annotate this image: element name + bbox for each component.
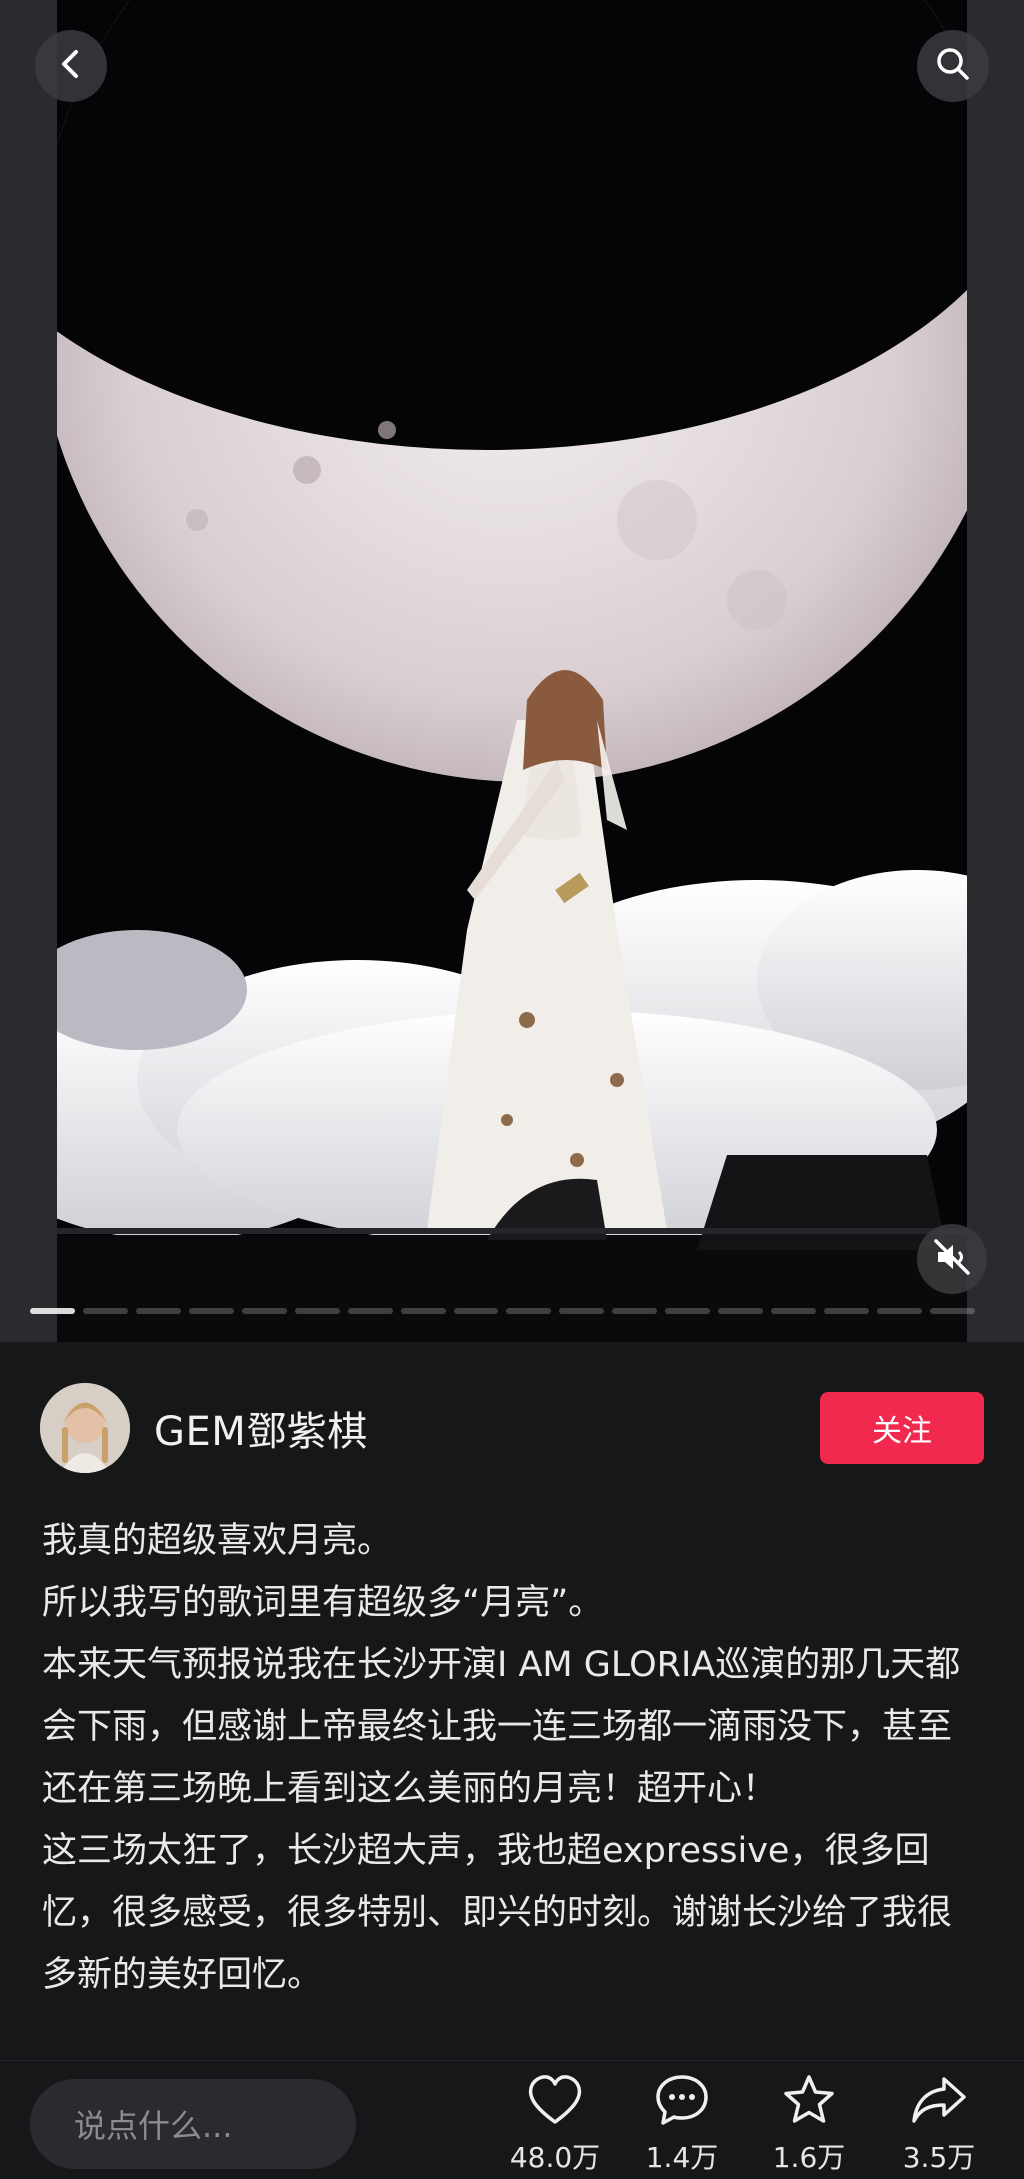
slide-indicator-segment bbox=[400, 1308, 446, 1314]
caption-line: 我真的超级喜欢月亮。 bbox=[42, 1521, 393, 1561]
slide-indicator-segment bbox=[718, 1308, 764, 1314]
slide-indicator-segment bbox=[30, 1308, 75, 1314]
slide-indicator-segment bbox=[877, 1308, 922, 1314]
slide-indicator-segment bbox=[771, 1308, 817, 1314]
slide-progress-indicator bbox=[30, 1308, 975, 1316]
bottom-action-bar: 说点什么... 48.0万 1.4万 1.6万 3.5万 bbox=[0, 2060, 1024, 2179]
concert-photo[interactable] bbox=[57, 0, 967, 1342]
comment-input[interactable]: 说点什么... bbox=[30, 2079, 356, 2169]
favorite-button[interactable]: 1.6万 bbox=[754, 2071, 864, 2176]
chevron-left-icon bbox=[54, 47, 88, 85]
share-count: 3.5万 bbox=[902, 2141, 976, 2174]
slide-indicator-segment bbox=[506, 1308, 552, 1314]
author-row: GEM鄧紫棋 关注 bbox=[40, 1382, 984, 1474]
slide-indicator-segment bbox=[559, 1308, 605, 1314]
media-viewer[interactable] bbox=[0, 0, 1024, 1342]
like-count: 48.0万 bbox=[509, 2141, 601, 2174]
favorite-count: 1.6万 bbox=[772, 2141, 846, 2174]
slide-indicator-segment bbox=[188, 1308, 234, 1314]
comment-count: 1.4万 bbox=[645, 2141, 719, 2174]
mute-toggle-button[interactable] bbox=[917, 1224, 987, 1294]
caption-line: 本来天气预报说我在长沙开演I AM GLORIA巡演的那几天都会下雨，但感谢上帝… bbox=[42, 1645, 961, 1809]
heart-icon bbox=[525, 2071, 585, 2128]
share-arrow-icon bbox=[909, 2071, 969, 2128]
star-icon bbox=[779, 2071, 839, 2128]
avatar[interactable] bbox=[40, 1383, 130, 1473]
post-caption: 我真的超级喜欢月亮。 所以我写的歌词里有超级多“月亮”。 本来天气预报说我在长沙… bbox=[42, 1510, 982, 2006]
slide-indicator-segment bbox=[82, 1308, 128, 1314]
slide-indicator-segment bbox=[294, 1308, 340, 1314]
slide-indicator-segment bbox=[824, 1308, 869, 1314]
speaker-muted-icon bbox=[932, 1237, 972, 1281]
search-button[interactable] bbox=[917, 30, 989, 102]
slide-indicator-segment bbox=[612, 1308, 658, 1314]
comment-bubble-icon bbox=[652, 2071, 712, 2128]
slide-indicator-segment bbox=[347, 1308, 393, 1314]
back-button[interactable] bbox=[35, 30, 107, 102]
slide-indicator-segment bbox=[135, 1308, 181, 1314]
author-name[interactable]: GEM鄧紫棋 bbox=[154, 1399, 820, 1457]
slide-indicator-segment bbox=[665, 1308, 711, 1314]
comment-button[interactable]: 1.4万 bbox=[627, 2071, 737, 2176]
search-icon bbox=[934, 45, 972, 87]
like-button[interactable]: 48.0万 bbox=[500, 2071, 610, 2176]
slide-indicator-segment bbox=[929, 1308, 975, 1314]
slide-indicator-segment bbox=[453, 1308, 499, 1314]
slide-indicator-segment bbox=[241, 1308, 287, 1314]
follow-button[interactable]: 关注 bbox=[820, 1392, 984, 1464]
caption-line: 这三场太狂了，长沙超大声，我也超expressive，很多回忆，很多感受，很多特… bbox=[42, 1831, 953, 1995]
share-button[interactable]: 3.5万 bbox=[884, 2071, 994, 2176]
caption-line: 所以我写的歌词里有超级多“月亮”。 bbox=[42, 1583, 604, 1623]
